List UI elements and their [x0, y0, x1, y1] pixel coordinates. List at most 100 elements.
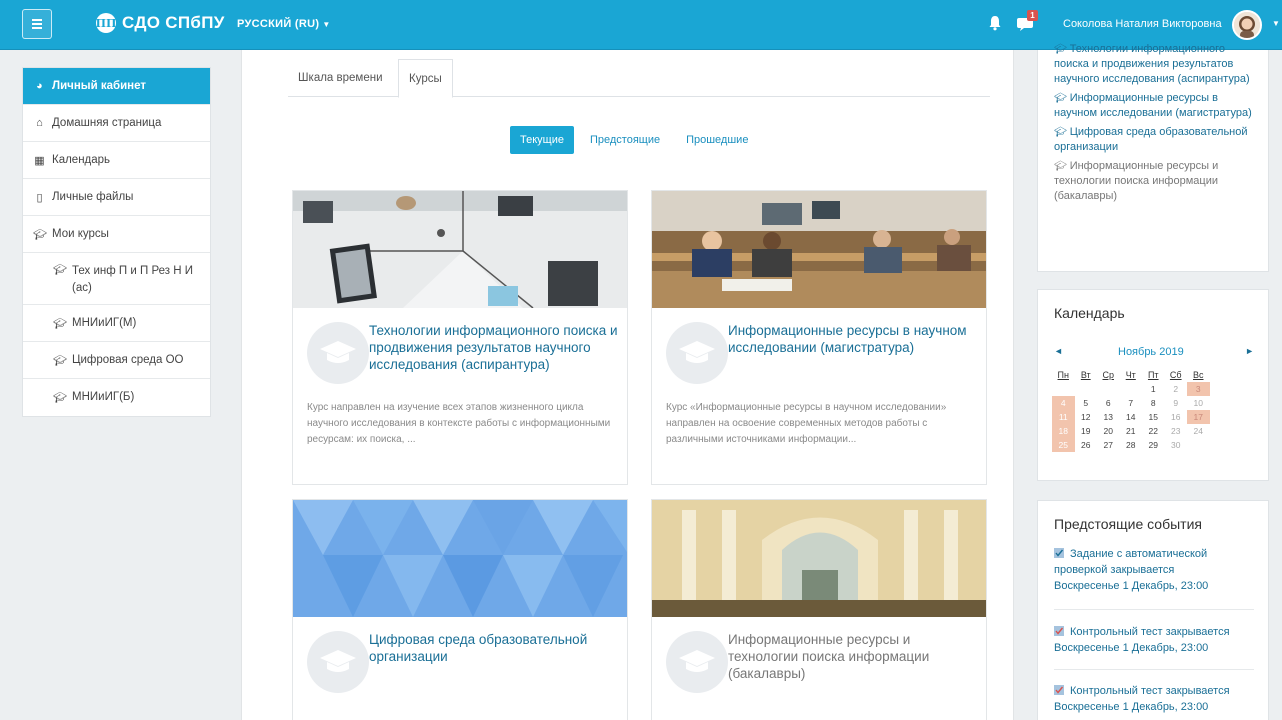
sidebar-item-label: Тех инф П и П Рез Н И (ас)	[72, 265, 193, 294]
calendar-day[interactable]: 4	[1052, 396, 1075, 410]
course-link-label: Технологии информационного поиска и прод…	[1054, 43, 1250, 85]
calendar-nav: ◄ Ноябрь 2019 ►	[1054, 346, 1254, 362]
user-menu-chevron-icon[interactable]: ▼	[1272, 19, 1280, 28]
calendar-day[interactable]: 26	[1075, 438, 1098, 452]
calendar-day[interactable]: 2	[1165, 382, 1188, 396]
sidebar-item-label: Мои курсы	[52, 227, 109, 240]
course-link[interactable]: 🎓︎ Цифровая среда образовательной организ…	[1054, 125, 1259, 155]
graduation-cap-icon: 🎓︎	[1054, 161, 1067, 172]
graduation-cap-icon: 🎓︎	[1054, 93, 1067, 104]
next-month-icon[interactable]: ►	[1245, 346, 1254, 356]
sidebar-item-label: Личные файлы	[52, 190, 134, 203]
filter-current[interactable]: Текущие	[510, 126, 574, 154]
calendar-day[interactable]: 20	[1097, 424, 1120, 438]
menu-toggle-button[interactable]	[22, 9, 52, 39]
course-title[interactable]: Информационные ресурсы и технологии поис…	[728, 631, 978, 682]
graduation-cap-icon: 🎓︎	[53, 317, 67, 330]
course-link[interactable]: 🎓︎ Информационные ресурсы в научном иссле…	[1054, 91, 1259, 121]
course-title[interactable]: Технологии информационного поиска и прод…	[369, 322, 619, 373]
calendar-day[interactable]: 14	[1120, 410, 1143, 424]
calendar-day[interactable]: 13	[1097, 410, 1120, 424]
course-title[interactable]: Цифровая среда образовательной организац…	[369, 631, 619, 665]
filter-upcoming[interactable]: Предстоящие	[580, 126, 670, 154]
calendar-day[interactable]: 8	[1142, 396, 1165, 410]
calendar-grid: Пн Вт Ср Чт Пт Сб Вс 1 2 3 4 5 6 7 8 9 10 11 12 13 14 15 16 17…	[1052, 368, 1210, 452]
course-image	[293, 500, 627, 617]
sidebar-item-files[interactable]: ▯ Личные файлы	[23, 179, 210, 216]
course-card[interactable]: Цифровая среда образовательной организац…	[292, 499, 628, 720]
sidebar-item-label: МНИиИГ(Б)	[72, 391, 135, 403]
calendar-day[interactable]: 6	[1097, 396, 1120, 410]
course-description: Курс направлен на изучение всех этапов ж…	[307, 402, 611, 445]
course-cap-icon	[666, 631, 728, 693]
sidebar-item-course-4[interactable]: 🎓︎ МНИиИГ(Б)	[23, 379, 210, 416]
calendar-day[interactable]: 1	[1142, 382, 1165, 396]
calendar-day[interactable]: 25	[1052, 438, 1075, 452]
calendar-day[interactable]: 18	[1052, 424, 1075, 438]
calendar-day[interactable]: 21	[1120, 424, 1143, 438]
calendar-day[interactable]: 28	[1120, 438, 1143, 452]
sidebar-item-course-2[interactable]: 🎓︎ МНИиИГ(М)	[23, 305, 210, 342]
calendar-day[interactable]: 29	[1142, 438, 1165, 452]
event-date: Воскресенье 1 Декабрь, 23:00	[1054, 580, 1209, 592]
sidebar-item-course-1[interactable]: 🎓︎ Тех инф П и П Рез Н И (ас)	[23, 253, 210, 305]
calendar-weekday: Вт	[1080, 370, 1091, 380]
calendar-day[interactable]: 9	[1165, 396, 1188, 410]
sidebar-item-calendar[interactable]: ▦ Календарь	[23, 142, 210, 179]
sidebar-item-label: МНИиИГ(М)	[72, 316, 137, 329]
event-label: Задание с автоматической проверкой закры…	[1054, 548, 1208, 576]
calendar-day[interactable]: 23	[1165, 424, 1188, 438]
tab-bar: Шкала времени Курсы	[288, 59, 990, 98]
event-date: Воскресенье 1 Декабрь, 23:00	[1054, 701, 1209, 713]
course-link[interactable]: 🎓︎ Технологии информационного поиска и пр…	[1054, 42, 1259, 87]
sidebar-item-home[interactable]: ⌂ Домашняя страница	[23, 105, 210, 142]
quiz-icon	[1054, 626, 1064, 636]
calendar-day[interactable]: 27	[1097, 438, 1120, 452]
sidebar-item-label: Домашняя страница	[52, 116, 162, 129]
calendar-day[interactable]: 19	[1075, 424, 1098, 438]
calendar-day[interactable]: 17	[1187, 410, 1210, 424]
course-card[interactable]: Информационные ресурсы и технологии поис…	[651, 499, 987, 720]
sidebar-item-my-courses[interactable]: 🎓︎ Мои курсы	[23, 216, 210, 253]
filter-past[interactable]: Прошедшие	[676, 126, 758, 154]
calendar-weekday: Вс	[1192, 370, 1204, 380]
site-brand[interactable]: ПП СДО СПбПУ	[96, 13, 225, 33]
event-item[interactable]: Задание с автоматической проверкой закры…	[1054, 546, 1259, 594]
calendar-day[interactable]: 12	[1075, 410, 1098, 424]
previous-month-icon[interactable]: ◄	[1054, 346, 1063, 356]
course-card[interactable]: Технологии информационного поиска и прод…	[292, 190, 628, 485]
user-name[interactable]: Соколова Наталия Викторовна	[1063, 18, 1222, 30]
calendar-weekday: Ср	[1102, 370, 1114, 380]
bell-icon[interactable]	[988, 15, 1002, 31]
course-card[interactable]: Информационные ресурсы в научном исследо…	[651, 190, 987, 485]
event-item[interactable]: Контрольный тест закрывается Воскресенье…	[1054, 683, 1259, 715]
calendar-day[interactable]: 30	[1165, 438, 1188, 452]
calendar-day[interactable]: 11	[1052, 410, 1075, 424]
tab-courses[interactable]: Курсы	[398, 59, 453, 98]
event-date: Воскресенье 1 Декабрь, 23:00	[1054, 642, 1209, 654]
calendar-day[interactable]: 7	[1120, 396, 1143, 410]
brand-logo-icon: ПП	[96, 13, 116, 33]
calendar-day[interactable]: 10	[1187, 396, 1210, 410]
tab-timeline[interactable]: Шкала времени	[288, 59, 393, 97]
calendar-day[interactable]: 22	[1142, 424, 1165, 438]
event-label: Контрольный тест закрывается	[1070, 626, 1230, 638]
event-item[interactable]: Контрольный тест закрывается Воскресенье…	[1054, 624, 1259, 656]
messages-button[interactable]: 1	[1016, 10, 1038, 34]
calendar-day[interactable]: 16	[1165, 410, 1188, 424]
sidebar-item-course-3[interactable]: 🎓︎ Цифровая среда ОО	[23, 342, 210, 379]
language-menu[interactable]: РУССКИЙ (RU) ▼	[237, 18, 331, 30]
course-link-label: Информационные ресурсы и технологии поис…	[1054, 160, 1219, 202]
course-image	[652, 191, 986, 308]
file-icon: ▯	[36, 191, 43, 204]
calendar-day[interactable]: 5	[1075, 396, 1098, 410]
sidebar-item-dashboard[interactable]: ◕ Личный кабинет	[23, 68, 210, 105]
calendar-day[interactable]: 15	[1142, 410, 1165, 424]
course-link[interactable]: 🎓︎ Информационные ресурсы и технологии по…	[1054, 159, 1259, 204]
avatar[interactable]	[1232, 10, 1262, 40]
calendar-day[interactable]: 3	[1187, 382, 1210, 396]
course-title[interactable]: Информационные ресурсы в научном исследо…	[728, 322, 978, 356]
calendar-month[interactable]: Ноябрь 2019	[1118, 346, 1184, 358]
my-courses-list: 🎓︎ Технологии информационного поиска и пр…	[1054, 42, 1259, 208]
calendar-day[interactable]: 24	[1187, 424, 1210, 438]
